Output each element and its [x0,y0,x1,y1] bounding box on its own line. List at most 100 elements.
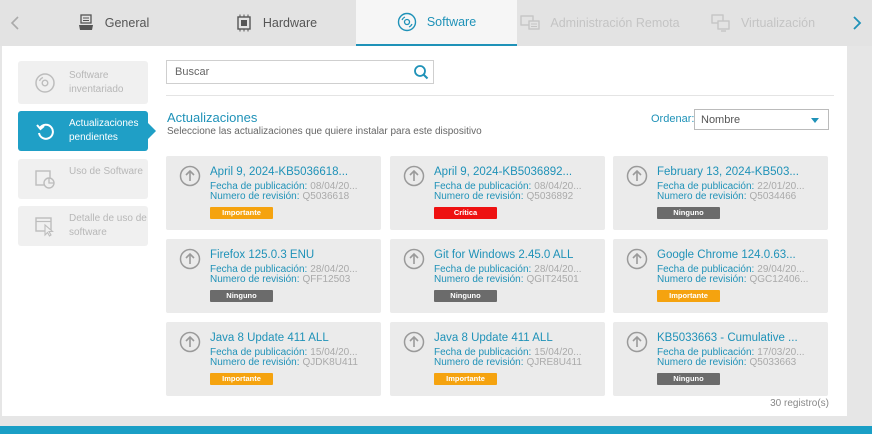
sidebar-item-label: Actualizaciones pendientes [69,118,139,143]
tab-virtualization[interactable]: Virtualización [683,0,843,46]
update-revision: QGIT24501 [526,274,579,285]
disc-icon [33,71,57,95]
chevron-left-icon [10,16,19,30]
severity-badge: Importante [210,373,273,385]
update-revision: QFF12503 [302,274,351,285]
revision-label: Numero de revisión: [657,357,747,368]
tab-remote-admin[interactable]: Administración Remota [517,0,683,46]
page-subtitle: Seleccione las actualizaciones que quier… [167,126,482,137]
update-revision-line: Numero de revisión: QGC12406... [657,274,819,285]
caret-down-icon [811,118,819,123]
tab-label: Hardware [262,16,318,30]
update-title: Java 8 Update 411 ALL [210,332,329,344]
update-revision: Q5036618 [302,191,350,202]
severity-badge: Crítica [434,207,497,219]
sidebar-item-actualizaciones-pendientes[interactable]: Actualizaciones pendientes [18,111,156,151]
update-revision: QJDK8U411 [302,357,358,368]
arrow-up-circle-icon[interactable] [403,165,425,187]
chevron-right-icon [853,16,862,30]
arrow-up-circle-icon[interactable] [179,331,201,353]
tab-hardware[interactable]: Hardware [196,0,356,46]
severity-badge: Ninguno [434,290,497,302]
tab-bar: General Hardware Software Administración… [0,0,872,46]
update-card[interactable]: April 9, 2024-KB5036892... Fecha de publi… [390,156,605,230]
tab-software[interactable]: Software [356,0,517,46]
update-revision: Q5034466 [749,191,797,202]
bottom-bar [0,426,872,434]
update-title: February 13, 2024-KB503... [657,166,799,178]
arrow-up-circle-icon[interactable] [626,248,648,270]
search-box [166,60,434,84]
sidebar-item-detalle-de-uso[interactable]: Detalle de uso de software [18,206,148,246]
sidebar-item-software-inventariado[interactable]: Software inventariado [18,61,148,104]
update-revision: Q5036892 [526,191,574,202]
update-card[interactable]: Google Chrome 124.0.63... Fecha de public… [613,239,828,313]
update-card[interactable]: KB5033663 - Cumulative ... Fecha de publi… [613,322,828,396]
sidebar-item-label: Software inventariado [69,69,124,95]
server-icon [78,14,93,30]
arrow-up-circle-icon[interactable] [626,331,648,353]
update-revision-line: Numero de revisión: QJDK8U411 [210,357,372,368]
update-title: April 9, 2024-KB5036618... [210,166,349,178]
tab-label: General [104,16,150,30]
tabs-scroll-left-button[interactable] [0,0,30,46]
sidebar-item-label: Detalle de uso de software [69,213,147,238]
update-title: Firefox 125.0.3 ENU [210,249,315,261]
revision-label: Numero de revisión: [434,274,524,285]
arrow-up-circle-icon[interactable] [179,165,201,187]
sidebar-item-uso-de-software[interactable]: Uso de Software [18,159,148,199]
chart-icon [33,167,57,191]
update-revision-line: Numero de revisión: Q5036618 [210,191,372,202]
arrow-up-circle-icon[interactable] [403,331,425,353]
sort-select[interactable]: Nombre [694,109,829,130]
severity-badge: Importante [657,290,720,302]
update-card[interactable]: Java 8 Update 411 ALL Fecha de publicació… [166,322,381,396]
update-title: KB5033663 - Cumulative ... [657,332,798,344]
search-icon[interactable] [413,64,429,80]
severity-badge: Ninguno [210,290,273,302]
update-revision-line: Numero de revisión: QGIT24501 [434,274,596,285]
update-revision-line: Numero de revisión: QJRE8U411 [434,357,596,368]
revision-label: Numero de revisión: [657,191,747,202]
update-title: April 9, 2024-KB5036892... [434,166,573,178]
chip-icon [237,14,251,32]
severity-badge: Importante [434,373,497,385]
sort-value: Nombre [701,114,741,126]
update-card[interactable]: Git for Windows 2.45.0 ALL Fecha de publi… [390,239,605,313]
tab-label: Virtualización [740,16,816,30]
revision-label: Numero de revisión: [657,274,747,285]
update-card[interactable]: Firefox 125.0.3 ENU Fecha de publicación:… [166,239,381,313]
sidebar-item-label: Uso de Software [69,166,143,177]
tabs-scroll-right-button[interactable] [842,0,872,46]
revision-label: Numero de revisión: [434,191,524,202]
update-title: Git for Windows 2.45.0 ALL [434,249,574,261]
arrow-up-circle-icon[interactable] [179,248,201,270]
update-revision-line: Numero de revisión: QFF12503 [210,274,372,285]
severity-badge: Ninguno [657,373,720,385]
search-input[interactable] [167,61,407,83]
arrow-up-circle-icon[interactable] [403,248,425,270]
update-revision-line: Numero de revisión: Q5036892 [434,191,596,202]
update-revision-line: Numero de revisión: Q5033663 [657,357,819,368]
update-card[interactable]: Java 8 Update 411 ALL Fecha de publicació… [390,322,605,396]
revision-label: Numero de revisión: [210,274,300,285]
update-card[interactable]: February 13, 2024-KB503... Fecha de publi… [613,156,828,230]
update-revision: QGC12406... [749,274,809,285]
revision-label: Numero de revisión: [434,357,524,368]
page-title: Actualizaciones [167,110,258,125]
tab-label: Administración Remota [550,16,680,30]
update-card[interactable]: April 9, 2024-KB5036618... Fecha de publi… [166,156,381,230]
window-cursor-icon [33,214,57,238]
tab-general[interactable]: General [30,0,196,46]
remote-admin-icon [520,15,541,30]
update-revision: QJRE8U411 [526,357,582,368]
update-revision-line: Numero de revisión: Q5034466 [657,191,819,202]
update-revision: Q5033663 [749,357,797,368]
update-title: Google Chrome 124.0.63... [657,249,796,261]
refresh-icon [33,119,57,143]
arrow-up-circle-icon[interactable] [626,165,648,187]
revision-label: Numero de revisión: [210,357,300,368]
update-title: Java 8 Update 411 ALL [434,332,553,344]
content-panel: Software inventariado Actualizaciones pe… [2,46,847,416]
revision-label: Numero de revisión: [210,191,300,202]
